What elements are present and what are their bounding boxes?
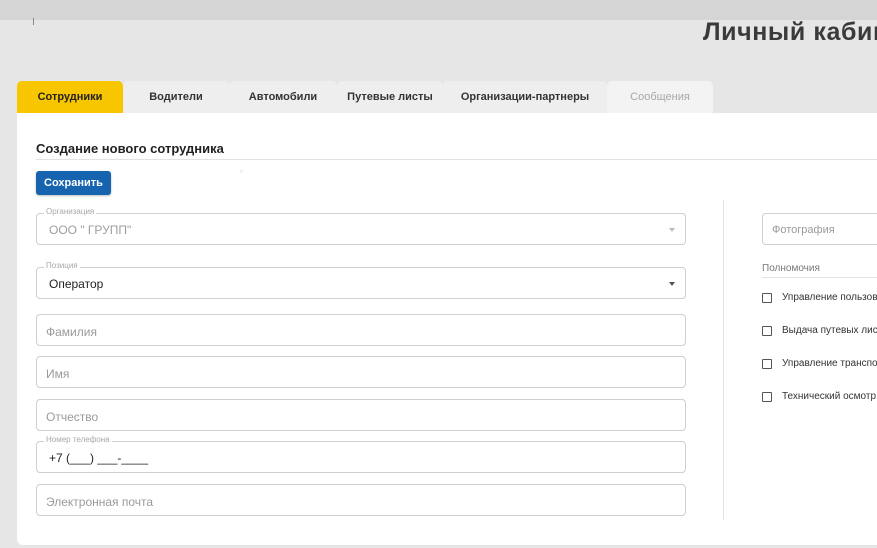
middle-name-placeholder: Отчество xyxy=(46,410,99,424)
decorative-dot xyxy=(240,170,243,173)
first-name-field[interactable]: Имя xyxy=(36,356,686,388)
permission-label: Выдача путевых листов xyxy=(782,325,877,336)
tab-vehicles[interactable]: Автомобили xyxy=(229,81,337,113)
permissions-divider xyxy=(762,277,877,278)
checkbox-waybill-issue[interactable] xyxy=(762,326,772,336)
top-bar xyxy=(0,0,877,20)
chevron-down-icon xyxy=(669,282,675,286)
position-value: Оператор xyxy=(49,277,104,291)
save-button[interactable]: Сохранить xyxy=(36,171,111,195)
position-legend: Позиция xyxy=(44,261,80,270)
phone-value: +7 (___) ___-____ xyxy=(49,451,149,465)
last-name-placeholder: Фамилия xyxy=(46,325,97,339)
first-name-placeholder: Имя xyxy=(46,367,70,381)
email-field[interactable]: Электронная почта xyxy=(36,484,686,516)
permission-label: Управление пользователями xyxy=(782,292,877,303)
top-bar-marker xyxy=(33,18,34,25)
organization-select[interactable]: Организация ООО " ГРУПП" xyxy=(36,207,686,245)
email-placeholder: Электронная почта xyxy=(46,495,154,509)
checkbox-tech-inspection[interactable] xyxy=(762,392,772,402)
permission-label: Технический осмотр xyxy=(782,391,877,402)
tab-messages: Сообщения xyxy=(607,81,713,113)
column-divider xyxy=(723,200,724,520)
form-title: Создание нового сотрудника xyxy=(36,141,224,156)
permissions-title: Полномочия xyxy=(762,263,820,274)
checkbox-transport-management[interactable] xyxy=(762,359,772,369)
tab-partner-organizations[interactable]: Организации-партнеры xyxy=(443,81,607,113)
photo-placeholder: Фотография xyxy=(772,224,835,236)
page-title: Личный кабинет xyxy=(703,18,877,46)
phone-legend: Номер телефона xyxy=(44,435,112,444)
position-select[interactable]: Позиция Оператор xyxy=(36,261,686,299)
checkbox-user-management[interactable] xyxy=(762,293,772,303)
chevron-down-icon xyxy=(669,228,675,232)
form-title-divider xyxy=(36,159,877,160)
tab-employees[interactable]: Сотрудники xyxy=(17,81,123,113)
phone-field[interactable]: Номер телефона +7 (___) ___-____ xyxy=(36,435,686,473)
photo-upload-field[interactable]: Фотография xyxy=(762,213,877,245)
permission-label: Управление транспортом xyxy=(782,358,877,369)
middle-name-field[interactable]: Отчество xyxy=(36,399,686,431)
organization-legend: Организация xyxy=(44,207,97,216)
tab-drivers[interactable]: Водители xyxy=(123,81,229,113)
tab-waybills[interactable]: Путевые листы xyxy=(337,81,443,113)
last-name-field[interactable]: Фамилия xyxy=(36,314,686,346)
organization-value: ООО " ГРУПП" xyxy=(49,223,132,237)
